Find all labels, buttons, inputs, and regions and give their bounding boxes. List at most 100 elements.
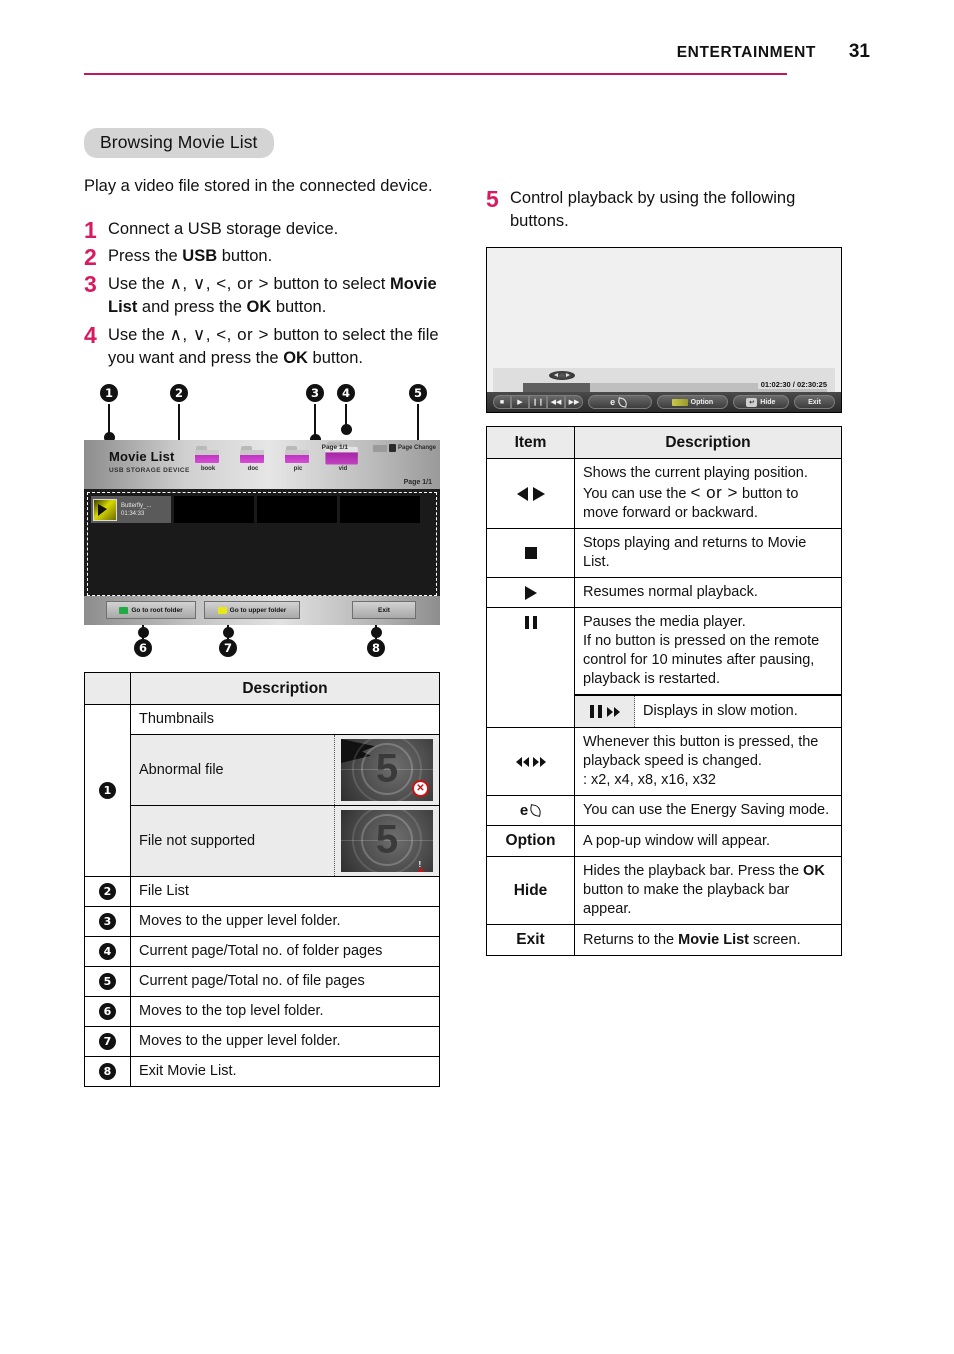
file-name: Butterfly_... [121,502,152,509]
table-row: e You can use the Energy Saving mode. [486,795,842,826]
folder-doc[interactable]: doc [239,445,267,472]
item-rewind-fastforward-icon [486,727,575,796]
fast-forward-button[interactable]: ▶▶ [565,395,583,409]
hide-item-label: Hide [513,881,548,899]
seek-left-right-icon [495,486,566,501]
triangle-right-icon [532,486,545,501]
left-column: Browsing Movie List Play a video file st… [84,128,440,1087]
movie-list-exit-label: Exit [378,606,390,614]
number-badge: 4 [99,943,116,960]
file-not-supported-label: File not supported [139,832,256,849]
callout-4: 4 [337,384,355,402]
row-text: You can use the Energy Saving mode. [574,795,842,826]
number-badge: 6 [99,1003,116,1020]
go-to-root-folder-label: Go to root folder [131,606,183,614]
file-item-selected[interactable]: Butterfly_... 01:34:33 [91,496,171,523]
leaf-icon [617,396,628,408]
triangle-left-icon [516,486,528,501]
table-row: Abnormal file 5 ✕ [85,734,440,806]
table-row: 3 Moves to the upper level folder. [84,906,440,937]
table-header-row: Item Description [486,426,842,459]
col-description-header: Description [130,672,440,705]
page-change-key-icon [388,444,396,452]
step-text: Control playback by using the following … [510,189,796,230]
triangle-right-shape [524,585,537,600]
row-text: Current page/Total no. of file pages [130,966,440,997]
file-grid: Butterfly_... 01:34:33 [87,492,437,596]
exit-item-label: Exit [516,931,545,948]
row-number-cell: 6 [84,996,131,1027]
folder-label: doc [247,466,259,472]
step-number: 1 [84,217,97,243]
energy-saving-button[interactable]: e [588,395,653,409]
callout-3-leader [314,404,316,436]
row-text: Returns to the Movie List screen. [574,924,842,956]
abnormal-file-thumb-wrap: 5 ✕ [334,735,439,805]
player-exit-button[interactable]: Exit [794,395,835,409]
step-4: 4 Use the ∧, ∨, <, or > button to select… [84,323,440,370]
table-row: Option A pop-up window will appear. [486,825,842,857]
table-row: Whenever this button is pressed, the pla… [486,727,842,796]
stop-button[interactable]: ■ [493,395,511,409]
file-item-empty [340,496,420,523]
hide-button[interactable]: ↩ Hide [732,395,790,409]
row-text: Current page/Total no. of folder pages [130,936,440,967]
energy-saving-icon: e [495,801,566,820]
table-row: Shows the current playing position. You c… [486,458,842,529]
step-text: Use the ∧, ∨, <, or > button to select t… [108,325,439,367]
number-badge: 8 [99,1063,116,1080]
movie-list-title: Movie List [109,449,175,464]
table-row: 6 Moves to the top level folder. [84,996,440,1027]
callout-7-dot [223,627,234,638]
go-to-root-folder-button[interactable]: Go to root folder [106,601,196,619]
option-label: Option [690,398,714,406]
number-badge: 5 [99,973,116,990]
step-number: 2 [84,244,97,270]
seek-handle[interactable] [549,371,575,380]
player-exit-label: Exit [808,398,821,406]
table-row: Hide Hides the playback bar. Press the O… [486,856,842,925]
step-number: 4 [84,322,97,348]
yellow-key-icon [217,606,227,614]
option-button[interactable]: Option [657,395,728,409]
movie-list-device: USB STORAGE DEVICE [109,467,190,474]
playback-control-bar: ■ ▶ ❙❙ ◀◀ ▶▶ e Option ↩ Hide Exit [487,392,841,412]
row-text: Whenever this button is pressed, the pla… [574,727,842,796]
row-number-cell: 2 [84,876,131,907]
leaf-icon [529,804,543,817]
row-number-cell: 5 [84,966,131,997]
col-item-header: Item [486,426,575,459]
go-to-upper-folder-button[interactable]: Go to upper folder [204,601,300,619]
row-text: Pauses the media player. If no button is … [583,614,820,687]
callouts-top: 1 2 3 4 5 [84,384,440,463]
square-shape [524,547,537,559]
item-seek-icons [486,458,575,529]
steps-right: 5 Control playback by using the followin… [486,187,842,233]
step-5: 5 Control playback by using the followin… [486,187,842,233]
file-not-supported-thumb-wrap: 5 [334,806,439,876]
green-key-icon [119,606,129,614]
countdown-digit: 5 [375,746,399,791]
step-text: Use the ∧, ∨, <, or > button to select M… [108,274,437,316]
pause-bars-shape [524,616,537,629]
pause-fastforward-icon [575,696,635,727]
row-number-cell: 8 [84,1056,131,1087]
movie-list-exit-button[interactable]: Exit [352,601,416,619]
play-icon [495,585,566,600]
hide-key-icon: ↩ [746,397,758,407]
table-row: Resumes normal playback. [486,577,842,608]
pause-button[interactable]: ❙❙ [529,395,547,409]
play-button[interactable]: ▶ [511,395,529,409]
rewind-button[interactable]: ◀◀ [547,395,565,409]
playback-buttons-table: Item Description Shows the current playi… [486,426,842,956]
table-row: Pauses the media player. If no button is … [486,607,842,728]
item-hide-label: Hide [486,856,575,925]
col-description-header: Description [574,426,842,459]
file-item-empty [174,496,254,523]
file-thumbnail [93,498,117,521]
folder-pic[interactable]: pic [284,445,312,472]
row-text: Moves to the upper level folder. [130,1026,440,1057]
playback-time: 01:02:30 / 02:30:25 [757,380,827,389]
movie-list-bottombar: Go to root folder Go to upper folder Exi… [84,596,440,625]
folder-book[interactable]: book [194,445,222,472]
